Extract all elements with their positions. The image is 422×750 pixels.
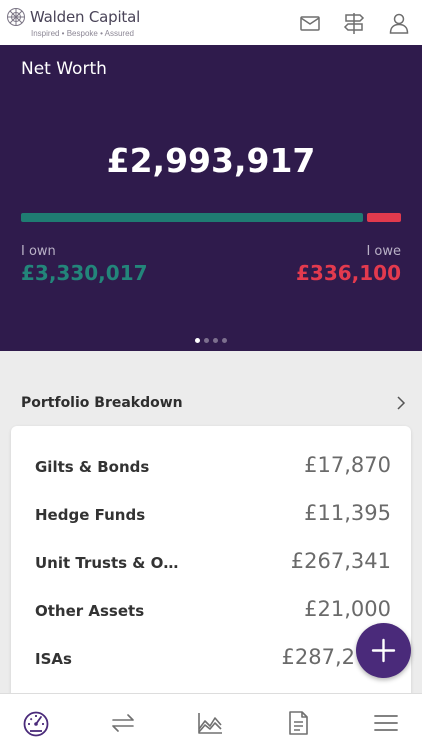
bottom-nav [0, 693, 422, 750]
own-label: I own [21, 244, 56, 259]
nav-transfers[interactable] [93, 694, 153, 750]
portfolio-row[interactable]: Gilts & Bonds £17,870 [11, 443, 411, 491]
portfolio-row[interactable]: Hedge Funds £11,395 [11, 491, 411, 539]
user-icon[interactable] [387, 11, 411, 35]
own-bar [21, 213, 363, 222]
portfolio-row-label: Gilts & Bonds [35, 458, 150, 476]
portfolio-row-value: £21,000 [304, 597, 391, 621]
plus-icon [371, 638, 396, 663]
portfolio-breakdown-header[interactable]: Portfolio Breakdown [0, 384, 422, 422]
owe-value: £336,100 [295, 261, 401, 285]
portfolio-row-label: Other Assets [35, 602, 145, 620]
carousel-dot[interactable] [195, 338, 200, 343]
portfolio-row[interactable]: Unit Trusts & O… £267,341 [11, 539, 411, 587]
portfolio-row-label: Hedge Funds [35, 506, 146, 524]
add-button[interactable] [356, 623, 411, 678]
owe-label: I owe [366, 244, 401, 259]
document-icon [289, 711, 308, 735]
own-value: £3,330,017 [21, 261, 148, 285]
area-chart-icon [198, 713, 222, 734]
menu-icon [374, 715, 398, 731]
net-worth-panel[interactable]: Net Worth £2,993,917 I own I owe £3,330,… [0, 45, 422, 351]
nav-documents[interactable] [268, 694, 328, 750]
carousel-dot[interactable] [213, 338, 218, 343]
carousel-dots [0, 338, 422, 343]
portfolio-card: Gilts & Bonds £17,870 Hedge Funds £11,39… [11, 426, 411, 716]
portfolio-row-value: £11,395 [304, 501, 391, 525]
nav-dashboard[interactable] [6, 694, 66, 750]
mail-icon[interactable] [298, 11, 322, 35]
net-worth-total: £2,993,917 [106, 141, 316, 180]
net-worth-title: Net Worth [21, 59, 107, 79]
portfolio-breakdown-title: Portfolio Breakdown [21, 395, 183, 411]
portfolio-row[interactable]: Other Assets £21,000 [11, 587, 411, 635]
dashboard-gauge-icon [23, 711, 49, 737]
transfer-arrows-icon [112, 714, 134, 732]
portfolio-row-label: ISAs [35, 650, 72, 668]
brand-tagline: Inspired • Bespoke • Assured [31, 29, 134, 38]
portfolio-row[interactable]: ISAs £287,2 [11, 635, 411, 683]
portfolio-row-label: Unit Trusts & O… [35, 554, 179, 572]
portfolio-row-value: £17,870 [304, 453, 391, 477]
portfolio-row-value: £267,341 [290, 549, 391, 573]
nav-menu[interactable] [356, 694, 416, 750]
carousel-dot[interactable] [204, 338, 209, 343]
brand-name: Walden Capital [30, 8, 141, 26]
logo-icon [6, 7, 26, 27]
owe-bar [367, 213, 401, 222]
chevron-right-icon[interactable] [394, 394, 408, 412]
signpost-icon[interactable] [342, 11, 366, 35]
portfolio-row-value: £287,2 [281, 645, 355, 669]
carousel-dot[interactable] [222, 338, 227, 343]
nav-performance[interactable] [180, 694, 240, 750]
app-header: Walden Capital Inspired • Bespoke • Assu… [0, 0, 422, 45]
